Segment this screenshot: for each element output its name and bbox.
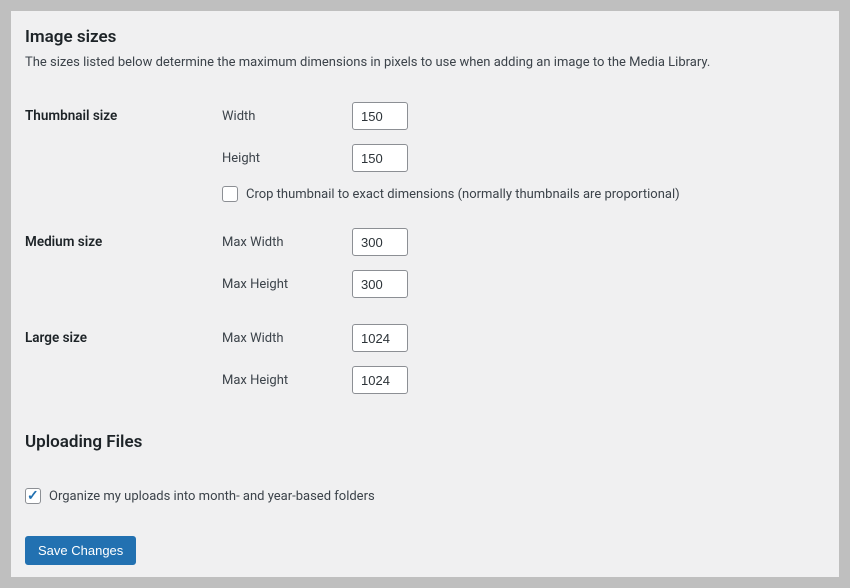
medium-size-label: Medium size	[25, 218, 222, 308]
thumbnail-size-label: Thumbnail size	[25, 92, 222, 212]
uploading-files-section: Uploading Files Organize my uploads into…	[25, 432, 825, 504]
thumbnail-crop-label: Crop thumbnail to exact dimensions (norm…	[246, 187, 680, 202]
thumbnail-width-input[interactable]	[352, 102, 408, 130]
thumbnail-height-row: Height	[222, 144, 825, 172]
thumbnail-height-label: Height	[222, 151, 352, 166]
media-settings-panel: Image sizes The sizes listed below deter…	[11, 11, 839, 577]
large-max-height-input[interactable]	[352, 366, 408, 394]
organize-uploads-checkbox[interactable]	[25, 488, 41, 504]
large-size-label: Large size	[25, 314, 222, 404]
medium-size-row: Medium size Max Width Max Height	[25, 218, 825, 308]
large-max-width-input[interactable]	[352, 324, 408, 352]
image-sizes-table: Thumbnail size Width Height Crop thumbna…	[25, 92, 825, 404]
thumbnail-width-label: Width	[222, 109, 352, 124]
medium-max-width-label: Max Width	[222, 235, 352, 250]
large-max-width-label: Max Width	[222, 331, 352, 346]
medium-max-height-label: Max Height	[222, 277, 352, 292]
large-max-height-row: Max Height	[222, 366, 825, 394]
medium-max-height-row: Max Height	[222, 270, 825, 298]
medium-max-width-row: Max Width	[222, 228, 825, 256]
image-sizes-heading: Image sizes	[25, 27, 825, 47]
medium-max-width-input[interactable]	[352, 228, 408, 256]
thumbnail-height-input[interactable]	[352, 144, 408, 172]
large-max-width-row: Max Width	[222, 324, 825, 352]
image-sizes-description: The sizes listed below determine the max…	[25, 55, 825, 70]
organize-uploads-label: Organize my uploads into month- and year…	[49, 489, 375, 504]
large-max-height-label: Max Height	[222, 373, 352, 388]
thumbnail-crop-checkbox[interactable]	[222, 186, 238, 202]
organize-uploads-row: Organize my uploads into month- and year…	[25, 488, 825, 504]
medium-max-height-input[interactable]	[352, 270, 408, 298]
thumbnail-size-row: Thumbnail size Width Height Crop thumbna…	[25, 92, 825, 212]
large-size-row: Large size Max Width Max Height	[25, 314, 825, 404]
thumbnail-width-row: Width	[222, 102, 825, 130]
thumbnail-crop-row: Crop thumbnail to exact dimensions (norm…	[222, 186, 825, 202]
save-changes-button[interactable]: Save Changes	[25, 536, 136, 565]
uploading-files-heading: Uploading Files	[25, 432, 825, 452]
